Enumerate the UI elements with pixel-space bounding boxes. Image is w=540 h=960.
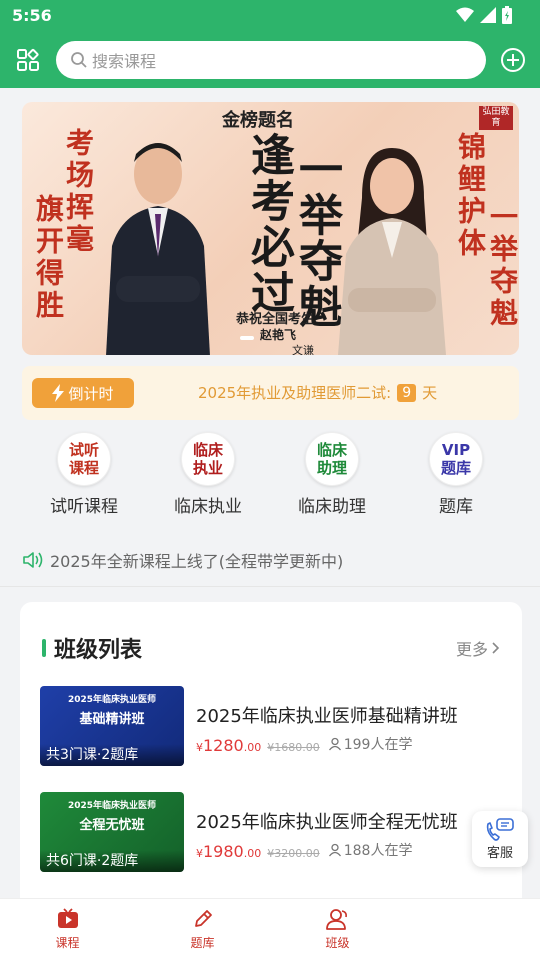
person-icon [328,737,341,751]
tab-question-bank[interactable]: 题库 [135,899,270,960]
thumb-line-1: 2025年临床执业医师 [67,801,157,811]
presenter-female-image [338,148,446,355]
trial-course-icon: 试听课程 [57,432,111,486]
thumb-badge: 共3门课·2题库 [40,744,184,766]
banner-signature-2: 文谦 [292,344,314,355]
banner-pager [240,336,254,340]
course-name: 2025年临床执业医师基础精讲班 [196,706,458,727]
class-list-header: 班级列表 [42,632,142,664]
course-meta: ¥1280.00 ¥1680.00 199人在学 [196,734,412,755]
tab-label: 班级 [325,936,350,950]
quick-link-label: 临床执业 [174,497,242,517]
person-icon [328,843,341,857]
banner-caption: 恭祝全国考生 [236,312,315,327]
section-divider [0,586,540,587]
title-accent-bar [42,639,46,657]
search-icon [71,52,87,68]
banner-top-script: 金榜题名 [222,110,294,131]
clinical-assistant-icon: 临床助理 [305,432,359,486]
banner-signature-1: 赵艳飞 [260,328,297,342]
course-old-price: ¥1680.00 [267,741,320,754]
tab-classes[interactable]: 班级 [270,899,405,960]
promo-banner[interactable]: 考场挥毫 旗开得胜 金榜题名 逢考必过 一举夺魁 恭祝全国考生 赵艳飞 文谦 弘… [22,102,519,355]
pencil-icon [194,910,212,927]
status-icons [456,6,512,24]
quick-link-label: 题库 [439,497,473,517]
countdown-prefix: 2025年执业及助理医师二试: [198,384,392,402]
course-thumbnail: 2025年临床执业医师 基础精讲班 共3门课·2题库 [40,686,184,766]
course-old-price: ¥3200.00 [267,847,320,860]
course-name: 2025年临床执业医师全程无忧班 [196,812,458,833]
countdown-badge: 倒计时 [32,378,134,408]
banner-calligraphy-right-2: 一举夺魁 [486,202,519,330]
quick-link-question-bank[interactable]: VIP题库 题库 [394,432,518,522]
phone-chat-icon [486,817,514,841]
status-bar: 5:56 [0,0,540,32]
quick-link-label: 临床助理 [298,497,366,517]
customer-service-label: 客服 [486,845,513,861]
notice-text: 2025年全新课程上线了(全程带学更新中) [50,552,344,571]
presenter-male-image [106,143,210,355]
thumb-line-2: 全程无忧班 [79,818,145,833]
more-label: 更多 [455,640,488,659]
quick-link-trial[interactable]: 试听课程 试听课程 [22,432,146,522]
course-thumbnail: 2025年临床执业医师 全程无忧班 共6门课·2题库 [40,792,184,872]
banner-calligraphy-left-2: 旗开得胜 [32,194,65,322]
countdown-days: 9 [397,383,417,402]
people-icon [325,909,347,930]
quick-link-clinical-assistant[interactable]: 临床助理 临床助理 [270,432,394,522]
battery-icon [502,6,512,24]
app-bar: 搜索课程 [0,32,540,88]
countdown-text: 2025年执业及助理医师二试: 9 天 [198,382,437,403]
quick-link-clinical-practice[interactable]: 临床执业 临床执业 [146,432,270,522]
thumb-badge: 共6门课·2题库 [40,850,184,872]
add-icon[interactable] [500,47,526,73]
bottom-tab-bar: 课程 题库 班级 [0,898,540,960]
search-placeholder: 搜索课程 [92,52,157,71]
exam-countdown: 倒计时 2025年执业及助理医师二试: 9 天 [22,366,519,420]
clinical-practice-icon: 临床执业 [181,432,235,486]
notice-bar[interactable]: 2025年全新课程上线了(全程带学更新中) [22,548,343,572]
tab-courses[interactable]: 课程 [0,899,135,960]
vip-question-bank-icon: VIP题库 [429,432,483,486]
course-price: ¥1280.00 [196,736,262,755]
search-input[interactable]: 搜索课程 [56,41,486,79]
tab-label: 题库 [190,936,215,950]
course-item[interactable]: 2025年临床执业医师 全程无忧班 共6门课·2题库 2025年临床执业医师全程… [40,792,510,874]
thumb-line-1: 2025年临床执业医师 [67,695,157,705]
banner-dot-active [240,336,254,340]
tab-placeholder [405,899,540,960]
course-item[interactable]: 2025年临床执业医师 基础精讲班 共3门课·2题库 2025年临床执业医师基础… [40,686,510,768]
play-tv-icon [57,908,78,928]
countdown-badge-label: 倒计时 [68,384,114,403]
apps-grid-icon[interactable] [16,48,40,72]
class-list-card: 班级列表 更多 2025年临床执业医师 基础精讲班 共3门课·2题库 2025年… [20,602,522,902]
tab-label: 课程 [55,936,80,950]
course-meta: ¥1980.00 ¥3200.00 188人在学 [196,840,412,861]
quick-link-label: 试听课程 [50,497,118,517]
class-list-title: 班级列表 [54,638,143,663]
speaker-icon [23,552,43,568]
more-link[interactable]: 更多 [456,636,500,660]
course-students: 188人在学 [328,840,412,860]
countdown-suffix: 天 [422,384,438,402]
quick-links: 试听课程 试听课程 临床执业 临床执业 临床助理 临床助理 VIP题库 题库 [22,432,519,522]
wifi-icon [456,7,474,22]
course-price: ¥1980.00 [196,842,262,861]
customer-service-button[interactable]: 客服 [472,811,528,867]
lightning-icon [52,384,65,402]
status-time: 5:56 [12,6,52,25]
signal-icon [480,7,496,23]
thumb-line-2: 基础精讲班 [79,712,145,727]
chevron-right-icon [492,642,500,654]
brand-logo: 弘田教育 [479,106,513,130]
course-students: 199人在学 [328,734,412,754]
